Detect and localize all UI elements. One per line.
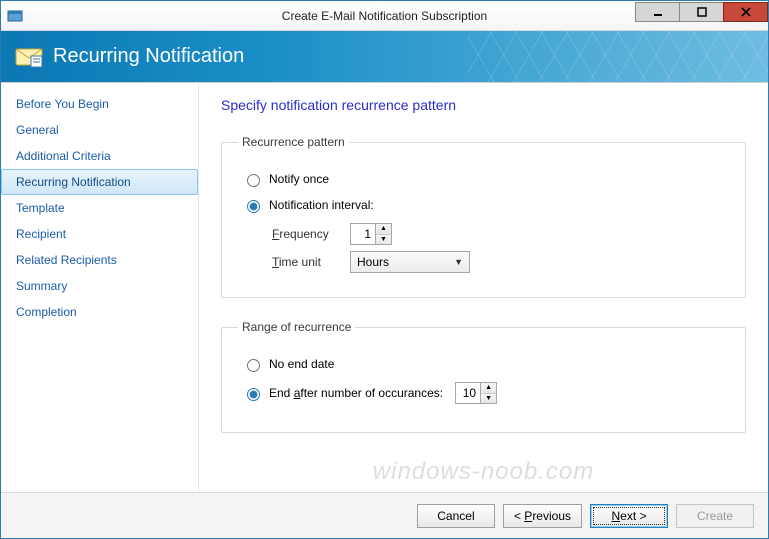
occurrences-spinner[interactable]: ▲ ▼ — [455, 382, 497, 404]
timeunit-row: Time unit Hours ▼ — [272, 251, 729, 273]
end-after-radio[interactable] — [247, 388, 260, 401]
timeunit-combo[interactable]: Hours ▼ — [350, 251, 470, 273]
range-of-recurrence-group: Range of recurrence No end date End afte… — [221, 320, 746, 433]
wizard-nav: Before You Begin General Additional Crit… — [1, 83, 199, 492]
app-icon — [7, 8, 23, 24]
end-after-option[interactable]: End after number of occurances: ▲ ▼ — [242, 382, 729, 404]
maximize-button[interactable] — [679, 2, 724, 22]
notification-interval-label: Notification interval: — [269, 198, 374, 212]
wizard-window: Create E-Mail Notification Subscription — [0, 0, 769, 539]
watermark-text: windows-noob.com — [199, 458, 768, 486]
minimize-button[interactable] — [635, 2, 680, 22]
wizard-content: Specify notification recurrence pattern … — [199, 83, 768, 492]
recurrence-pattern-legend: Recurrence pattern — [238, 135, 349, 149]
no-end-date-label: No end date — [269, 357, 334, 371]
close-button[interactable] — [723, 2, 768, 22]
notify-once-label: Notify once — [269, 172, 329, 186]
nav-additional-criteria[interactable]: Additional Criteria — [1, 143, 198, 169]
occurrences-input[interactable] — [456, 383, 480, 403]
frequency-down-icon[interactable]: ▼ — [376, 234, 391, 245]
nav-recurring-notification[interactable]: Recurring Notification — [1, 169, 198, 195]
recurrence-pattern-group: Recurrence pattern Notify once Notificat… — [221, 135, 746, 298]
wizard-header: Recurring Notification — [1, 31, 768, 83]
nav-summary[interactable]: Summary — [1, 273, 198, 299]
nav-related-recipients[interactable]: Related Recipients — [1, 247, 198, 273]
nav-template[interactable]: Template — [1, 195, 198, 221]
end-after-label: End after number of occurances: — [269, 386, 443, 400]
range-legend: Range of recurrence — [238, 320, 355, 334]
nav-before-you-begin[interactable]: Before You Begin — [1, 91, 198, 117]
cancel-button[interactable]: Cancel — [417, 504, 495, 528]
occurrences-up-icon[interactable]: ▲ — [481, 383, 496, 393]
notification-interval-option[interactable]: Notification interval: — [242, 197, 729, 213]
window-buttons — [635, 1, 768, 30]
wizard-body: Before You Begin General Additional Crit… — [1, 83, 768, 492]
wizard-footer: Cancel < Previous Next > Create — [1, 492, 768, 538]
timeunit-value: Hours — [357, 255, 389, 269]
chevron-down-icon: ▼ — [454, 257, 463, 267]
no-end-date-option[interactable]: No end date — [242, 356, 729, 372]
mail-icon — [15, 46, 43, 68]
nav-general[interactable]: General — [1, 117, 198, 143]
frequency-spinner[interactable]: ▲ ▼ — [350, 223, 392, 245]
notification-interval-radio[interactable] — [247, 200, 260, 213]
nav-recipient[interactable]: Recipient — [1, 221, 198, 247]
nav-completion[interactable]: Completion — [1, 299, 198, 325]
create-button: Create — [676, 504, 754, 528]
header-decoration — [468, 31, 768, 82]
frequency-input[interactable] — [351, 224, 375, 244]
previous-button[interactable]: < Previous — [503, 504, 582, 528]
frequency-up-icon[interactable]: ▲ — [376, 224, 391, 234]
wizard-step-title: Recurring Notification — [53, 45, 244, 68]
titlebar: Create E-Mail Notification Subscription — [1, 1, 768, 31]
notify-once-radio[interactable] — [247, 174, 260, 187]
frequency-row: Frequency ▲ ▼ — [272, 223, 729, 245]
next-button[interactable]: Next > — [590, 504, 668, 528]
no-end-date-radio[interactable] — [247, 359, 260, 372]
occurrences-down-icon[interactable]: ▼ — [481, 393, 496, 404]
page-heading: Specify notification recurrence pattern — [221, 97, 746, 113]
notify-once-option[interactable]: Notify once — [242, 171, 729, 187]
frequency-label: Frequency — [272, 227, 340, 241]
timeunit-label: Time unit — [272, 255, 340, 269]
